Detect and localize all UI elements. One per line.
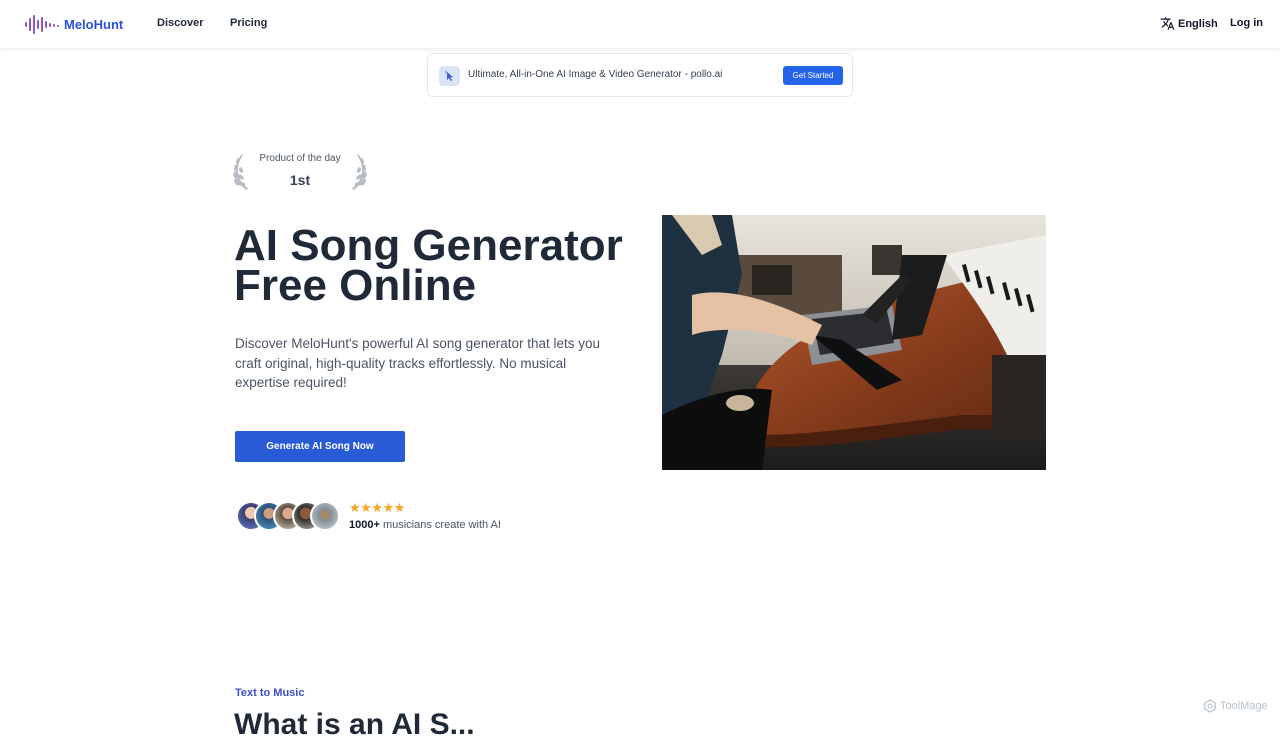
cursor-click-icon [439,66,460,86]
watermark-text: ToolMage [1220,700,1268,712]
translate-icon [1160,17,1175,30]
promo-banner[interactable]: Ultimate, All-in-One AI Image & Video Ge… [427,53,853,97]
language-label: English [1178,17,1218,30]
social-proof-label: musicians create with AI [379,519,501,531]
top-navbar: MeloHunt Discover Pricing English Log in [0,0,1280,48]
musician-avatars [236,501,346,531]
hexagon-logo-icon [1204,699,1216,713]
avatar [310,501,340,531]
nav-pricing[interactable]: Pricing [230,17,267,29]
hero-title-line2: Free Online [234,261,477,310]
logo[interactable]: MeloHunt [24,12,123,36]
section-title: What is an AI S... [234,708,475,741]
soundwave-logo-icon [25,15,59,34]
hero-title: AI Song Generator Free Online [234,224,634,308]
promo-text: Ultimate, All-in-One AI Image & Video Ge… [468,69,723,80]
nav-discover[interactable]: Discover [157,17,203,29]
rating-stars: ★★★★★ [349,500,405,515]
logo-text: MeloHunt [64,16,124,32]
login-link[interactable]: Log in [1230,17,1263,29]
studio-photo [662,215,1046,470]
watermark: ToolMage [1203,699,1268,713]
product-of-the-day-badge: Product of the day 1st [233,150,367,192]
language-selector[interactable]: English [1160,16,1218,31]
get-started-button[interactable]: Get Started [783,66,843,85]
generate-ai-song-button[interactable]: Generate AI Song Now [235,431,405,462]
hero-description: Discover MeloHunt's powerful AI song gen… [235,336,601,390]
social-proof-text: 1000+ musicians create with AI [349,519,501,531]
laurel-right-icon [352,154,367,190]
musician-count: 1000+ [349,519,380,531]
section-eyebrow: Text to Music [235,687,305,699]
